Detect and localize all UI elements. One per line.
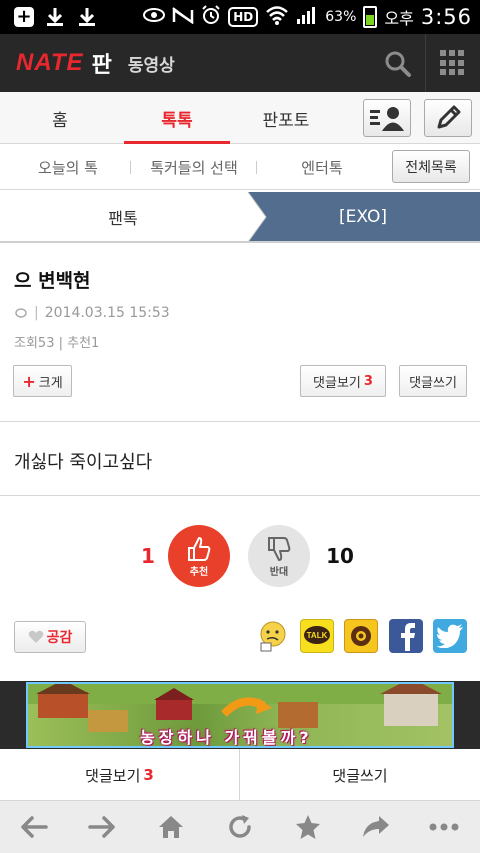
post-title: 으 변백현	[14, 270, 91, 292]
divider	[0, 495, 480, 496]
facebook-share-icon[interactable]	[389, 619, 423, 653]
ad-text: 농장하나 가꿔볼까?	[140, 728, 313, 747]
post-stats: 조회53 | 추천1	[14, 336, 100, 351]
battery-percent: 63%	[325, 9, 357, 25]
post-body: 개싫다 죽이고싶다	[14, 452, 153, 473]
tab-panphoto[interactable]: 판포토	[236, 92, 336, 144]
thumbs-up-icon	[188, 536, 211, 561]
main-tabs: 홈 톡톡 판포토	[0, 92, 480, 144]
subnav-separator	[130, 161, 131, 174]
write-comment-button[interactable]: 댓글쓰기	[399, 365, 467, 397]
bottom-view-comments-button[interactable]: 댓글보기 3	[0, 749, 239, 801]
empathy-button[interactable]: 공감	[14, 621, 86, 653]
status-bar: + HD 63% 오후 3:56	[0, 0, 480, 34]
font-bigger-label: 크게	[38, 375, 63, 391]
tab-toktok[interactable]: 톡톡	[124, 92, 230, 144]
download-icon	[76, 6, 98, 28]
nate-logo[interactable]: NATE	[16, 49, 84, 77]
pan-logo[interactable]: 판	[92, 47, 112, 79]
kakaotalk-share-icon[interactable]: TALK	[300, 619, 334, 653]
svg-text:TALK: TALK	[307, 631, 328, 640]
share-arrow-icon[interactable]	[360, 811, 392, 843]
breadcrumb-parent-category[interactable]: 팬톡	[0, 192, 246, 242]
plus-icon: +	[22, 371, 36, 391]
breadcrumb-divider	[0, 241, 480, 243]
home-icon[interactable]	[155, 811, 187, 843]
me2day-share-icon[interactable]	[256, 619, 290, 653]
header-divider	[425, 34, 426, 92]
bottom-view-comments-label: 댓글보기	[85, 766, 141, 785]
wifi-icon	[265, 5, 289, 29]
app-header: NATE 판 동영상	[0, 34, 480, 92]
browser-toolbar	[0, 801, 480, 853]
subnav-today-tok[interactable]: 오늘의 톡	[18, 144, 118, 190]
refresh-icon[interactable]	[224, 811, 256, 843]
video-link[interactable]: 동영상	[128, 51, 175, 76]
ad-banner[interactable]: 농장하나 가꿔볼까?	[0, 681, 480, 749]
alarm-icon	[201, 5, 221, 29]
heart-icon	[28, 630, 43, 643]
recommend-button[interactable]: 추천	[168, 525, 230, 587]
oppose-button[interactable]: 반대	[248, 525, 310, 587]
ampm-label: 오후	[384, 9, 414, 28]
ad-image: 농장하나 가꿔볼까?	[26, 682, 454, 748]
divider	[0, 421, 480, 422]
subnav-enter-tok[interactable]: 엔터톡	[272, 144, 372, 190]
font-bigger-button[interactable]: + 크게	[13, 365, 72, 397]
recommend-label: 추천	[189, 566, 209, 578]
subnav-separator	[256, 161, 257, 174]
grid-menu-icon[interactable]	[440, 50, 466, 76]
my-profile-button[interactable]	[363, 99, 411, 137]
view-comments-label: 댓글보기	[313, 375, 361, 391]
profile-list-icon	[370, 107, 404, 131]
clock: 3:56	[420, 5, 472, 29]
oppose-count: 10	[326, 544, 354, 568]
battery-icon	[363, 6, 378, 28]
search-icon[interactable]	[382, 48, 414, 80]
category-breadcrumb: [EXO] 팬톡	[0, 192, 480, 242]
meta-separator: |	[34, 305, 39, 321]
eye-icon	[143, 7, 166, 27]
kakaostory-share-icon[interactable]	[344, 619, 378, 653]
oppose-label: 반대	[269, 566, 289, 578]
subnav-tokker-choice[interactable]: 톡커들의 선택	[138, 144, 250, 190]
comment-bar: 댓글보기 3 댓글쓰기	[0, 749, 480, 801]
back-arrow-icon[interactable]	[18, 811, 50, 843]
notification-add-icon: +	[14, 7, 34, 27]
forward-arrow-icon[interactable]	[86, 811, 118, 843]
bottom-write-comment-button[interactable]: 댓글쓰기	[240, 749, 480, 801]
thumbs-down-icon	[268, 536, 291, 561]
empathy-label: 공감	[46, 630, 73, 646]
no-signal-icon	[172, 6, 194, 28]
hd-badge: HD	[228, 7, 259, 27]
tab-home[interactable]: 홈	[10, 92, 110, 144]
pencil-icon	[437, 105, 461, 129]
bottom-comment-count: 3	[143, 766, 154, 784]
write-button[interactable]	[424, 99, 472, 137]
author-icon	[15, 308, 27, 318]
twitter-share-icon[interactable]	[433, 619, 467, 653]
bookmark-star-icon[interactable]	[292, 811, 324, 843]
recommend-count: 1	[141, 544, 155, 568]
post-date: 2014.03.15 15:53	[44, 305, 170, 321]
signal-icon	[296, 5, 318, 29]
download-icon	[44, 6, 66, 28]
comment-count: 3	[363, 373, 373, 389]
post-meta: | 2014.03.15 15:53	[14, 305, 170, 321]
more-menu-icon[interactable]	[428, 811, 460, 843]
all-list-button[interactable]: 전체목록	[392, 150, 470, 183]
view-comments-button[interactable]: 댓글보기 3	[300, 365, 386, 397]
